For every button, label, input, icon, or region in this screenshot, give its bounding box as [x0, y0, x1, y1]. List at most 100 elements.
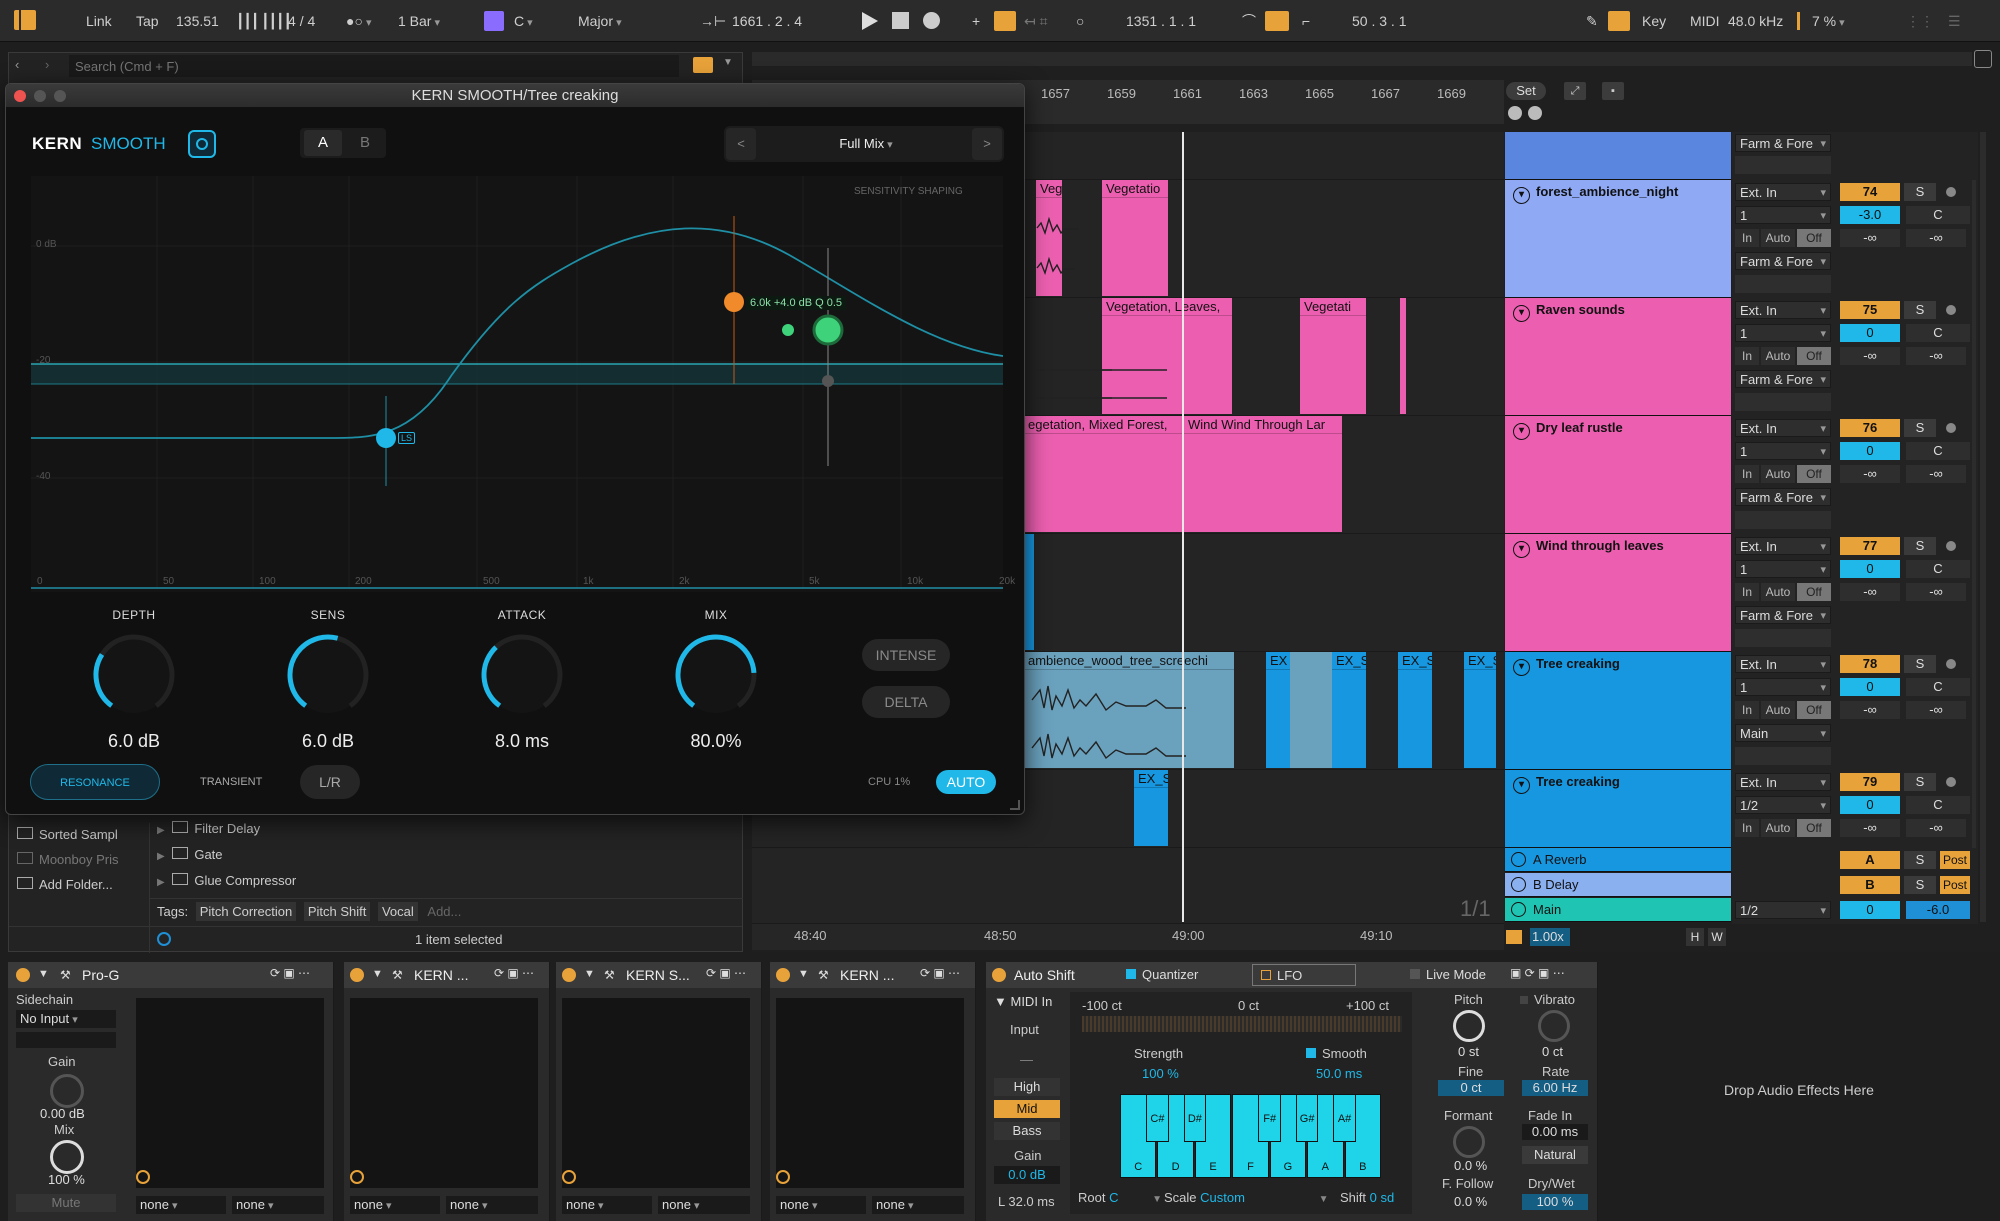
track-volume[interactable]: 0 [1840, 796, 1900, 814]
key-map-button[interactable]: Key [1636, 8, 1672, 34]
device-activator-icon[interactable] [776, 968, 790, 982]
arm-record-icon[interactable] [1946, 777, 1956, 787]
places-item[interactable]: Moonboy Pris [17, 852, 147, 877]
lr-mode-button[interactable]: L/R [300, 765, 360, 799]
gain-knob[interactable] [50, 1074, 84, 1108]
return-b-button[interactable]: B [1840, 876, 1900, 894]
back-arrow-icon[interactable]: ‹ [15, 57, 19, 72]
param-dropdown[interactable]: none [658, 1196, 750, 1214]
return-a-button[interactable]: A [1840, 851, 1900, 869]
send-b[interactable]: -∞ [1906, 583, 1966, 601]
track-activator[interactable]: 75 [1840, 301, 1900, 319]
send-a[interactable]: -∞ [1840, 347, 1900, 365]
band-mid-button[interactable]: Mid [994, 1100, 1060, 1118]
arm-record-icon[interactable] [1946, 423, 1956, 433]
ab-b-button[interactable]: B [346, 130, 384, 156]
solo-button[interactable]: S [1904, 773, 1936, 791]
time-signature-field[interactable]: 4 / 4 [282, 8, 321, 34]
band-bass-button[interactable]: Bass [994, 1122, 1060, 1140]
header-action-icons[interactable]: ⟳ ▣ ⋯ [494, 966, 534, 980]
list-item[interactable]: ▶ Gate [157, 847, 717, 873]
input-type-dropdown[interactable]: Ext. In [1735, 773, 1831, 792]
param-dropdown[interactable]: none [562, 1196, 652, 1214]
macro-dot-icon[interactable] [562, 1170, 576, 1184]
macro-dot-icon[interactable] [350, 1170, 364, 1184]
post-button[interactable]: Post [1940, 876, 1970, 894]
vertical-scrollbar[interactable] [1980, 132, 1986, 922]
input-type-dropdown[interactable]: Ext. In [1735, 655, 1831, 674]
track-pan[interactable]: C [1906, 324, 1970, 342]
add-folder-item[interactable]: Add Folder... [17, 877, 147, 902]
monitor-auto-button[interactable]: Auto [1761, 465, 1795, 483]
arrangement-view-icon[interactable] [14, 10, 36, 30]
wrench-icon[interactable]: ⚒ [604, 968, 615, 982]
track-activator[interactable]: 78 [1840, 655, 1900, 673]
output-routing-dropdown[interactable]: Farm & Fore [1735, 488, 1831, 507]
param-dropdown[interactable]: none [136, 1196, 226, 1214]
close-window-icon[interactable] [14, 90, 26, 102]
menu-icon[interactable]: ☰ [1942, 8, 1967, 34]
fine-field[interactable]: 0 ct [1438, 1080, 1504, 1096]
audio-clip[interactable]: EX_S [1134, 770, 1168, 846]
tempo-field[interactable]: 135.51 [170, 8, 225, 34]
header-action-icons[interactable]: ▣ ⟳ ▣ ⋯ [1510, 966, 1565, 980]
filter-icon[interactable] [693, 57, 713, 73]
chevron-down-icon[interactable]: ▼ [723, 57, 733, 68]
track-volume[interactable]: 0 [1840, 678, 1900, 696]
input-channel-dropdown[interactable]: 1 [1735, 324, 1831, 343]
device-activator-icon[interactable] [562, 968, 576, 982]
monitor-in-button[interactable]: In [1735, 819, 1759, 837]
input-type-dropdown[interactable]: Ext. In [1735, 419, 1831, 438]
solo-button[interactable]: S [1904, 419, 1936, 437]
black-key[interactable]: D# [1183, 1094, 1207, 1142]
track-volume[interactable]: -3.0 [1840, 206, 1900, 224]
preview-icon[interactable] [157, 932, 171, 946]
dry-wet-field[interactable]: 100 % [1522, 1194, 1588, 1210]
h-toggle[interactable]: H [1686, 928, 1704, 946]
tag-chip[interactable]: Pitch Shift [303, 902, 371, 921]
back-to-arrangement-icon[interactable]: ↤ ⌗ [1018, 8, 1054, 34]
arm-record-icon[interactable] [1946, 659, 1956, 669]
rotary-knob[interactable] [283, 630, 373, 720]
monitor-off-button[interactable]: Off [1797, 701, 1831, 719]
monitor-in-button[interactable]: In [1735, 701, 1759, 719]
sidechain-input-dropdown[interactable]: No Input [16, 1010, 116, 1028]
macro-dot-icon[interactable] [136, 1170, 150, 1184]
live-mode-toggle[interactable]: Live Mode [1410, 964, 1486, 986]
fold-icon[interactable]: ▼ [372, 968, 383, 980]
overview-icon[interactable]: ⋮⋮ [1900, 8, 1940, 34]
black-key[interactable]: F# [1258, 1094, 1281, 1142]
track-pan[interactable]: C [1906, 442, 1970, 460]
monitor-off-button[interactable]: Off [1797, 819, 1831, 837]
formant-knob[interactable] [1453, 1126, 1485, 1158]
lock-icon[interactable]: ▪ [1602, 82, 1624, 100]
header-action-icons[interactable]: ⟳ ▣ ⋯ [270, 966, 310, 980]
monitor-auto-button[interactable]: Auto [1761, 819, 1795, 837]
loop-circle-icon[interactable]: ○ [1070, 8, 1090, 34]
transient-mode-button[interactable]: TRANSIENT [200, 776, 262, 788]
forward-arrow-icon[interactable]: › [45, 57, 49, 72]
zoom-icon[interactable] [1506, 930, 1522, 944]
quantize-dropdown[interactable]: 1 Bar [392, 8, 446, 34]
send-a[interactable]: -∞ [1840, 819, 1900, 837]
main-track-header[interactable]: Main [1505, 898, 1731, 922]
tap-button[interactable]: Tap [130, 8, 165, 34]
solo-button[interactable]: S [1904, 851, 1936, 869]
list-item[interactable]: ▶ Filter Delay [157, 821, 717, 847]
vibrato-knob[interactable] [1538, 1010, 1570, 1042]
midi-map-button[interactable]: MIDI [1684, 8, 1726, 34]
search-input[interactable] [69, 55, 679, 77]
add-tag-button[interactable]: Add... [427, 904, 461, 919]
loop-switch-icon[interactable] [1265, 11, 1289, 31]
track-header[interactable]: Tree creaking [1505, 770, 1731, 848]
w-toggle[interactable]: W [1708, 928, 1726, 946]
track-header[interactable]: Raven sounds [1505, 298, 1731, 416]
return-track-header[interactable]: B Delay [1505, 873, 1731, 897]
loop-length-field[interactable]: 50 . 3 . 1 [1346, 8, 1412, 34]
header-action-icons[interactable]: ⟳ ▣ ⋯ [706, 966, 746, 980]
send-b[interactable]: -∞ [1906, 347, 1966, 365]
monitor-in-button[interactable]: In [1735, 583, 1759, 601]
solo-button[interactable]: S [1904, 876, 1936, 894]
gain-field[interactable]: 0.0 dB [994, 1166, 1060, 1184]
monitor-auto-button[interactable]: Auto [1761, 583, 1795, 601]
